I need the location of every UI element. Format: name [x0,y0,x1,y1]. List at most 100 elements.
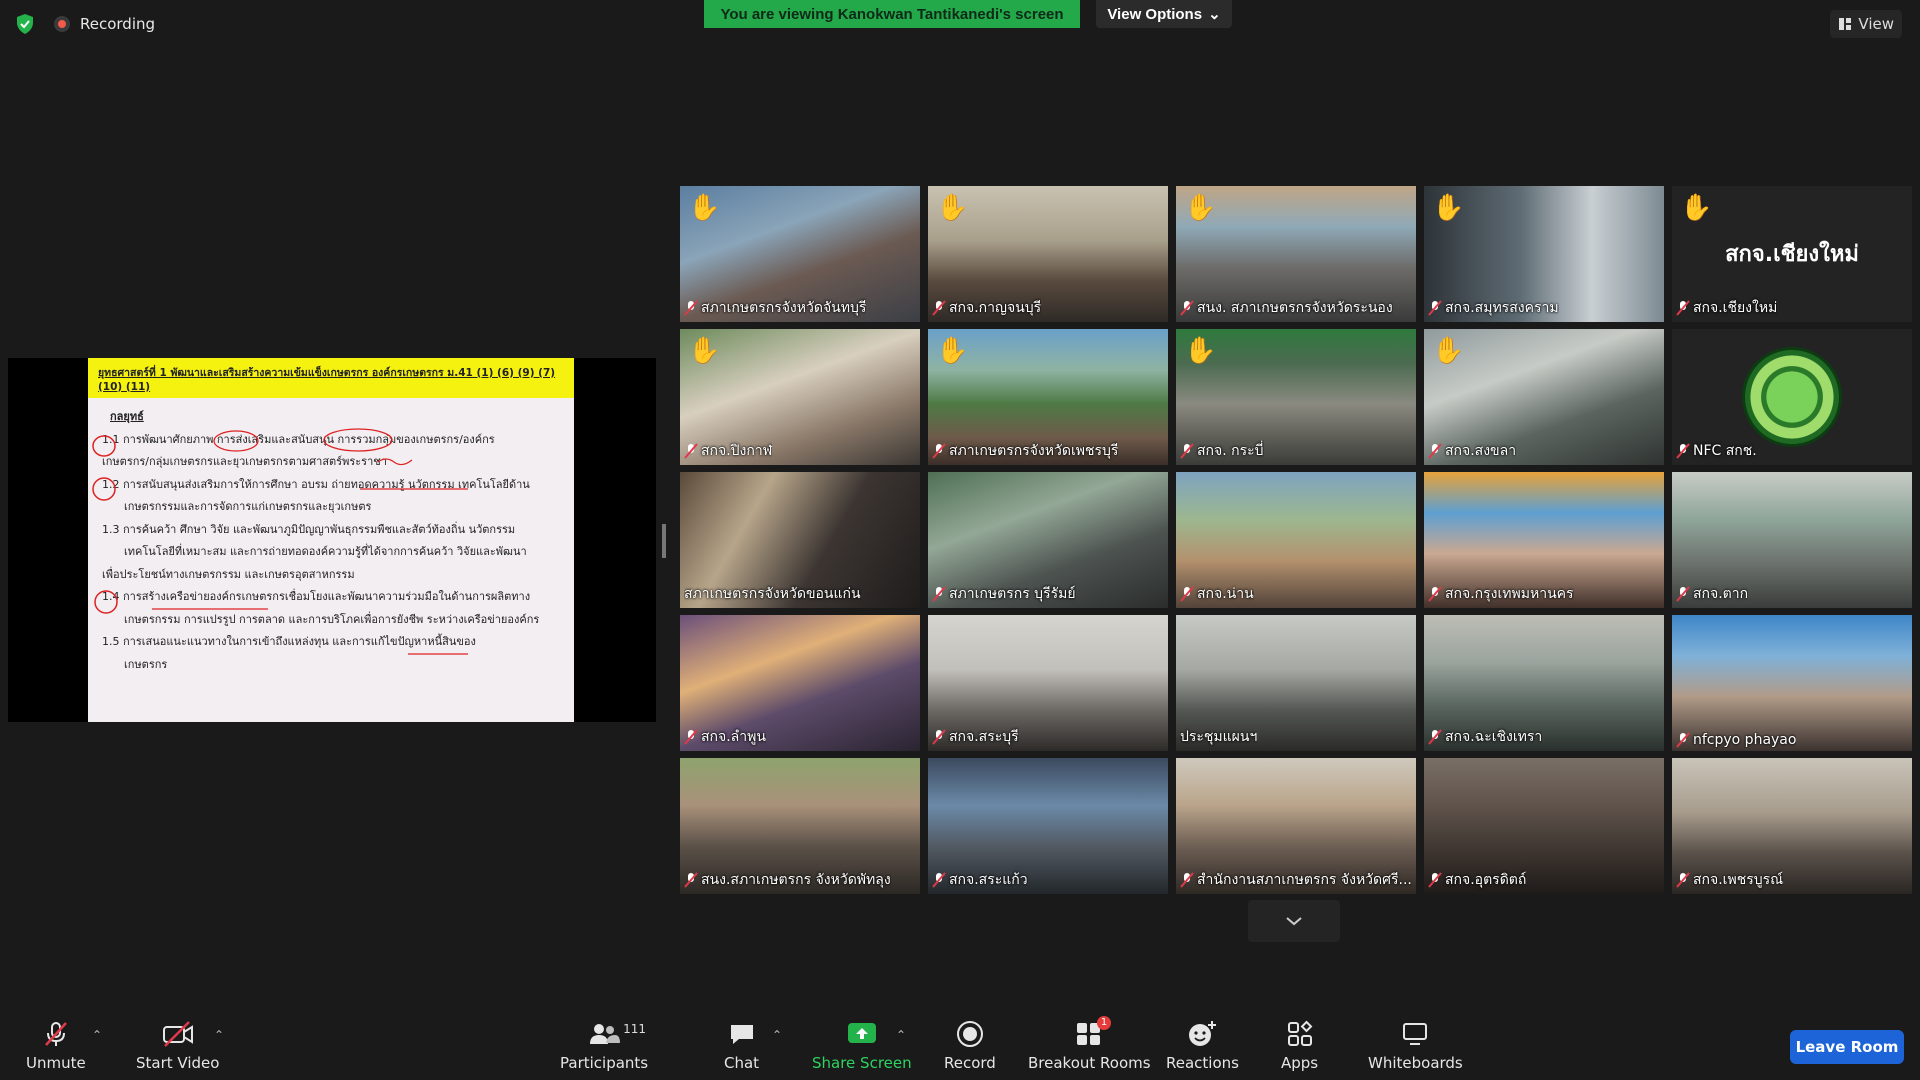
participant-tile[interactable]: สภาเกษตรกร บุรีรัมย์ [928,472,1168,608]
participant-tile[interactable]: ✋ สกจ.สงขลา [1424,329,1664,465]
participant-tile[interactable]: สกจ.ตาก [1672,472,1912,608]
recording-dot-icon [54,16,70,32]
breakout-rooms-label: Breakout Rooms [1028,1054,1151,1072]
participant-tile[interactable]: ✋ สนง. สภาเกษตรกรจังหวัดระนอง [1176,186,1416,322]
microphone-muted-icon [44,1022,67,1046]
breakout-rooms-button[interactable]: 1 Breakout Rooms [1028,1016,1151,1072]
participant-tile[interactable]: ประชุมแผนฯ [1176,615,1416,751]
mic-muted-icon [684,443,698,459]
participant-tile[interactable]: ✋ สภาเกษตรกรจังหวัดจันทบุรี [680,186,920,322]
participant-tile[interactable]: ✋ สกจ.กาญจนบุรี [928,186,1168,322]
share-options-caret-icon[interactable]: ⌃ [896,1028,906,1042]
splitter-handle[interactable] [662,524,666,558]
participants-label: Participants [560,1054,649,1072]
participant-name: NFC สกช. [1693,443,1757,459]
start-video-button[interactable]: Start Video [136,1020,219,1072]
mic-muted-icon [1180,300,1194,316]
participant-tile[interactable]: สกจ.สระแก้ว [928,758,1168,894]
participant-tile[interactable]: สกจ.กรุงเทพมหานคร [1424,472,1664,608]
mic-muted-icon [1428,729,1442,745]
video-options-caret-icon[interactable]: ⌃ [214,1028,224,1042]
participant-name: สกจ.ลำพูน [701,729,766,745]
participant-name: สกจ.กาญจนบุรี [949,300,1042,316]
participant-name: สกจ.เชียงใหม่ [1693,300,1778,316]
participant-display-name: สกจ.เชียงใหม่ [1725,242,1859,267]
mic-muted-icon [1428,300,1442,316]
participants-button[interactable]: 111 Participants [560,1020,648,1072]
participant-tile[interactable]: สกจ.อุตรดิตถ์ [1424,758,1664,894]
smiley-face-plus-icon [1189,1021,1217,1046]
participant-tile[interactable]: NFC สกช. [1672,329,1912,465]
reactions-label: Reactions [1166,1054,1239,1072]
whiteboard-icon [1403,1023,1428,1045]
chat-options-caret-icon[interactable]: ⌃ [772,1028,782,1042]
participant-tile[interactable]: ✋ สกจ. กระบี่ [1176,329,1416,465]
raised-hand-icon: ✋ [1432,193,1465,223]
participant-tile[interactable]: สกจ.เพชรบูรณ์ [1672,758,1912,894]
participant-name: สภาเกษตรกรจังหวัดขอนแก่น [684,586,861,602]
encryption-shield-icon[interactable] [14,12,36,36]
apps-button[interactable]: Apps [1281,1020,1318,1072]
apps-icon [1287,1020,1312,1046]
raised-hand-icon: ✋ [1680,193,1713,223]
shared-document: ยุทธศาสตร์ที่ 1 พัฒนาและเสริมสร้างความเข… [88,358,574,722]
participant-tile[interactable]: nfcpyo phayao [1672,615,1912,751]
participant-tile[interactable]: ✋ สกจ.ปิงกาฬ [680,329,920,465]
shared-screen-area[interactable]: ยุทธศาสตร์ที่ 1 พัฒนาและเสริมสร้างความเข… [8,358,656,722]
participant-tile[interactable]: สำนักงานสภาเกษตรกร จังหวัดศรี... [1176,758,1416,894]
start-video-label: Start Video [136,1054,220,1072]
organization-logo [1742,347,1842,447]
participant-tile-active-speaker[interactable]: สภาเกษตรกรจังหวัดขอนแก่น [680,472,920,608]
participant-name: สกจ.น่าน [1197,586,1254,602]
participant-tile[interactable]: ✋ สภาเกษตรกรจังหวัดเพชรบุรี [928,329,1168,465]
record-label: Record [944,1054,996,1072]
mic-muted-icon [1428,872,1442,888]
mic-muted-icon [684,872,698,888]
mic-muted-icon [932,443,946,459]
mic-muted-icon [1180,586,1194,602]
recording-indicator[interactable]: Recording [54,15,155,33]
mic-muted-icon [932,586,946,602]
show-more-participants-button[interactable] [1248,900,1340,942]
meeting-toolbar: Unmute ⌃ Start Video ⌃ 111 Participants … [0,1010,1920,1080]
participant-tile[interactable]: สกจ.น่าน [1176,472,1416,608]
chat-bubble-icon [730,1025,753,1044]
participant-name: สภาเกษตรกร บุรีรัมย์ [949,586,1076,602]
leave-room-button[interactable]: Leave Room [1790,1030,1904,1064]
view-options-button[interactable]: View Options ⌄ [1096,0,1232,28]
layout-grid-icon [1839,18,1852,30]
participant-tile[interactable]: สกจ.ลำพูน [680,615,920,751]
view-button[interactable]: View [1830,10,1902,38]
raised-hand-icon: ✋ [936,193,969,223]
raised-hand-icon: ✋ [688,193,721,223]
participant-tile[interactable]: สนง.สภาเกษตรกร จังหวัดพัทลุง [680,758,920,894]
recording-label: Recording [80,15,156,33]
participant-tile[interactable]: สกจ.สระบุรี [928,615,1168,751]
whiteboards-button[interactable]: Whiteboards [1368,1020,1463,1072]
chevron-down-icon [1286,917,1302,926]
participant-name: สกจ. กระบี่ [1197,443,1264,459]
zoom-meeting-window: Recording You are viewing Kanokwan Tanti… [0,0,1920,1080]
handwritten-annotations [92,428,468,655]
mic-muted-icon [932,729,946,745]
participants-icon [590,1024,621,1044]
unmute-button[interactable]: Unmute [26,1020,86,1072]
mic-muted-icon [1180,872,1194,888]
record-button[interactable]: Record [944,1020,996,1072]
participants-count: 111 [623,1022,646,1036]
view-options-label: View Options [1107,5,1203,23]
raised-hand-icon: ✋ [1432,336,1465,366]
chat-button[interactable]: Chat [724,1020,759,1072]
raised-hand-icon: ✋ [688,336,721,366]
mic-muted-icon [1676,586,1690,602]
video-camera-off-icon [162,1021,193,1047]
participant-name: nfcpyo phayao [1693,732,1797,748]
participant-name: สนง.สภาเกษตรกร จังหวัดพัทลุง [701,872,891,888]
participant-tile[interactable]: ✋ สกจ.เชียงใหม่ สกจ.เชียงใหม่ [1672,186,1912,322]
participant-tile[interactable]: ✋ สกจ.สมุทรสงคราม [1424,186,1664,322]
reactions-button[interactable]: Reactions [1166,1020,1239,1072]
mic-muted-icon [684,729,698,745]
raised-hand-icon: ✋ [1184,193,1217,223]
participant-tile[interactable]: สกจ.ฉะเชิงเทรา [1424,615,1664,751]
audio-options-caret-icon[interactable]: ⌃ [92,1028,102,1042]
